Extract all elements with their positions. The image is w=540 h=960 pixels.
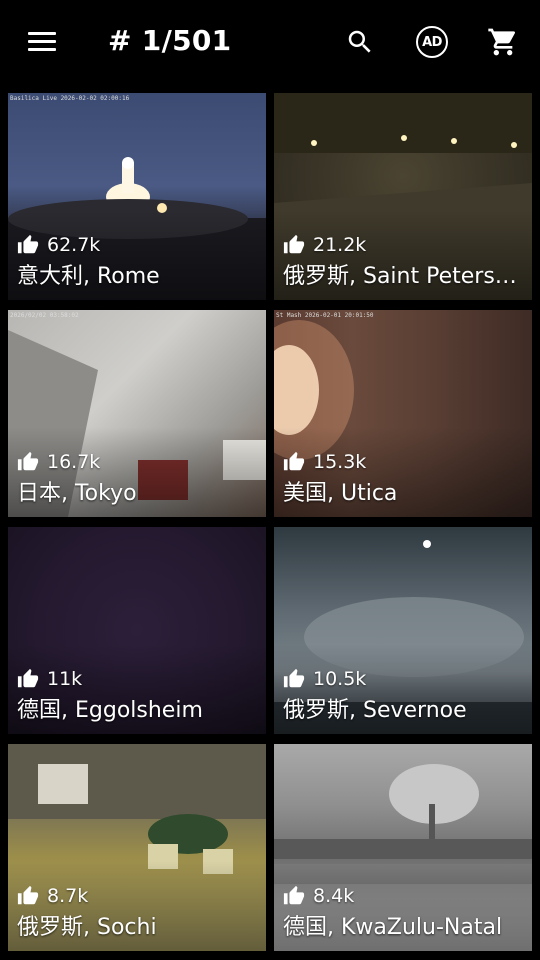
likes-count: 21.2k	[283, 234, 366, 256]
likes-count: 62.7k	[17, 234, 100, 256]
location-label: 俄罗斯, Saint Petersburg	[283, 264, 522, 289]
thumbs-up-icon	[17, 668, 39, 688]
location-label: 美国, Utica	[283, 481, 398, 506]
likes-count: 15.3k	[283, 451, 366, 473]
likes-count: 16.7k	[17, 451, 100, 473]
thumbs-up-icon	[283, 668, 305, 688]
likes-value: 8.4k	[313, 885, 355, 907]
location-label: 俄罗斯, Severnoe	[283, 698, 467, 723]
likes-value: 10.5k	[313, 668, 367, 690]
location-label: 俄罗斯, Sochi	[17, 915, 157, 940]
ad-icon: AD	[416, 26, 448, 58]
camera-timestamp: St Mash 2026-02-01 20:01:50	[276, 312, 374, 319]
location-label: 德国, Eggolsheim	[17, 698, 203, 723]
remove-ads-button[interactable]: AD	[412, 21, 452, 63]
likes-count: 8.7k	[17, 885, 88, 907]
cart-icon[interactable]	[483, 21, 523, 63]
location-label: 日本, Tokyo	[17, 481, 137, 506]
webcam-tile[interactable]: 21.2k 俄罗斯, Saint Petersburg	[274, 93, 532, 300]
likes-value: 21.2k	[313, 234, 367, 256]
likes-count: 10.5k	[283, 668, 366, 690]
location-label: 意大利, Rome	[17, 264, 160, 289]
webcam-tile[interactable]: 8.7k 俄罗斯, Sochi	[8, 744, 266, 951]
webcam-tile[interactable]: 2026/02/02 03:58:02 16.7k 日本, Tokyo	[8, 310, 266, 517]
thumbs-up-icon	[283, 885, 305, 905]
thumbs-up-icon	[283, 451, 305, 471]
likes-value: 11k	[47, 668, 83, 690]
likes-value: 15.3k	[313, 451, 367, 473]
camera-timestamp: Basilica Live 2026-02-02 02:00:16	[10, 95, 130, 102]
camera-timestamp: 2026/02/02 03:58:02	[10, 312, 79, 319]
thumbs-up-icon	[17, 234, 39, 254]
thumbs-up-icon	[283, 234, 305, 254]
likes-value: 62.7k	[47, 234, 101, 256]
webcam-tile[interactable]: St Mash 2026-02-01 20:01:50 15.3k 美国, Ut…	[274, 310, 532, 517]
likes-value: 8.7k	[47, 885, 89, 907]
thumbs-up-icon	[17, 451, 39, 471]
likes-value: 16.7k	[47, 451, 101, 473]
webcam-tile[interactable]: 11k 德国, Eggolsheim	[8, 527, 266, 734]
page-title: # 1/501	[108, 24, 232, 57]
search-icon[interactable]	[340, 21, 380, 63]
webcam-tile[interactable]: 8.4k 德国, KwaZulu-Natal	[274, 744, 532, 951]
app-bar: # 1/501 AD	[0, 0, 540, 86]
likes-count: 11k	[17, 668, 82, 690]
webcam-tile[interactable]: Basilica Live 2026-02-02 02:00:16 62.7k …	[8, 93, 266, 300]
webcam-tile[interactable]: 10.5k 俄罗斯, Severnoe	[274, 527, 532, 734]
menu-icon[interactable]	[24, 26, 60, 58]
thumbs-up-icon	[17, 885, 39, 905]
location-label: 德国, KwaZulu-Natal	[283, 915, 503, 940]
likes-count: 8.4k	[283, 885, 354, 907]
